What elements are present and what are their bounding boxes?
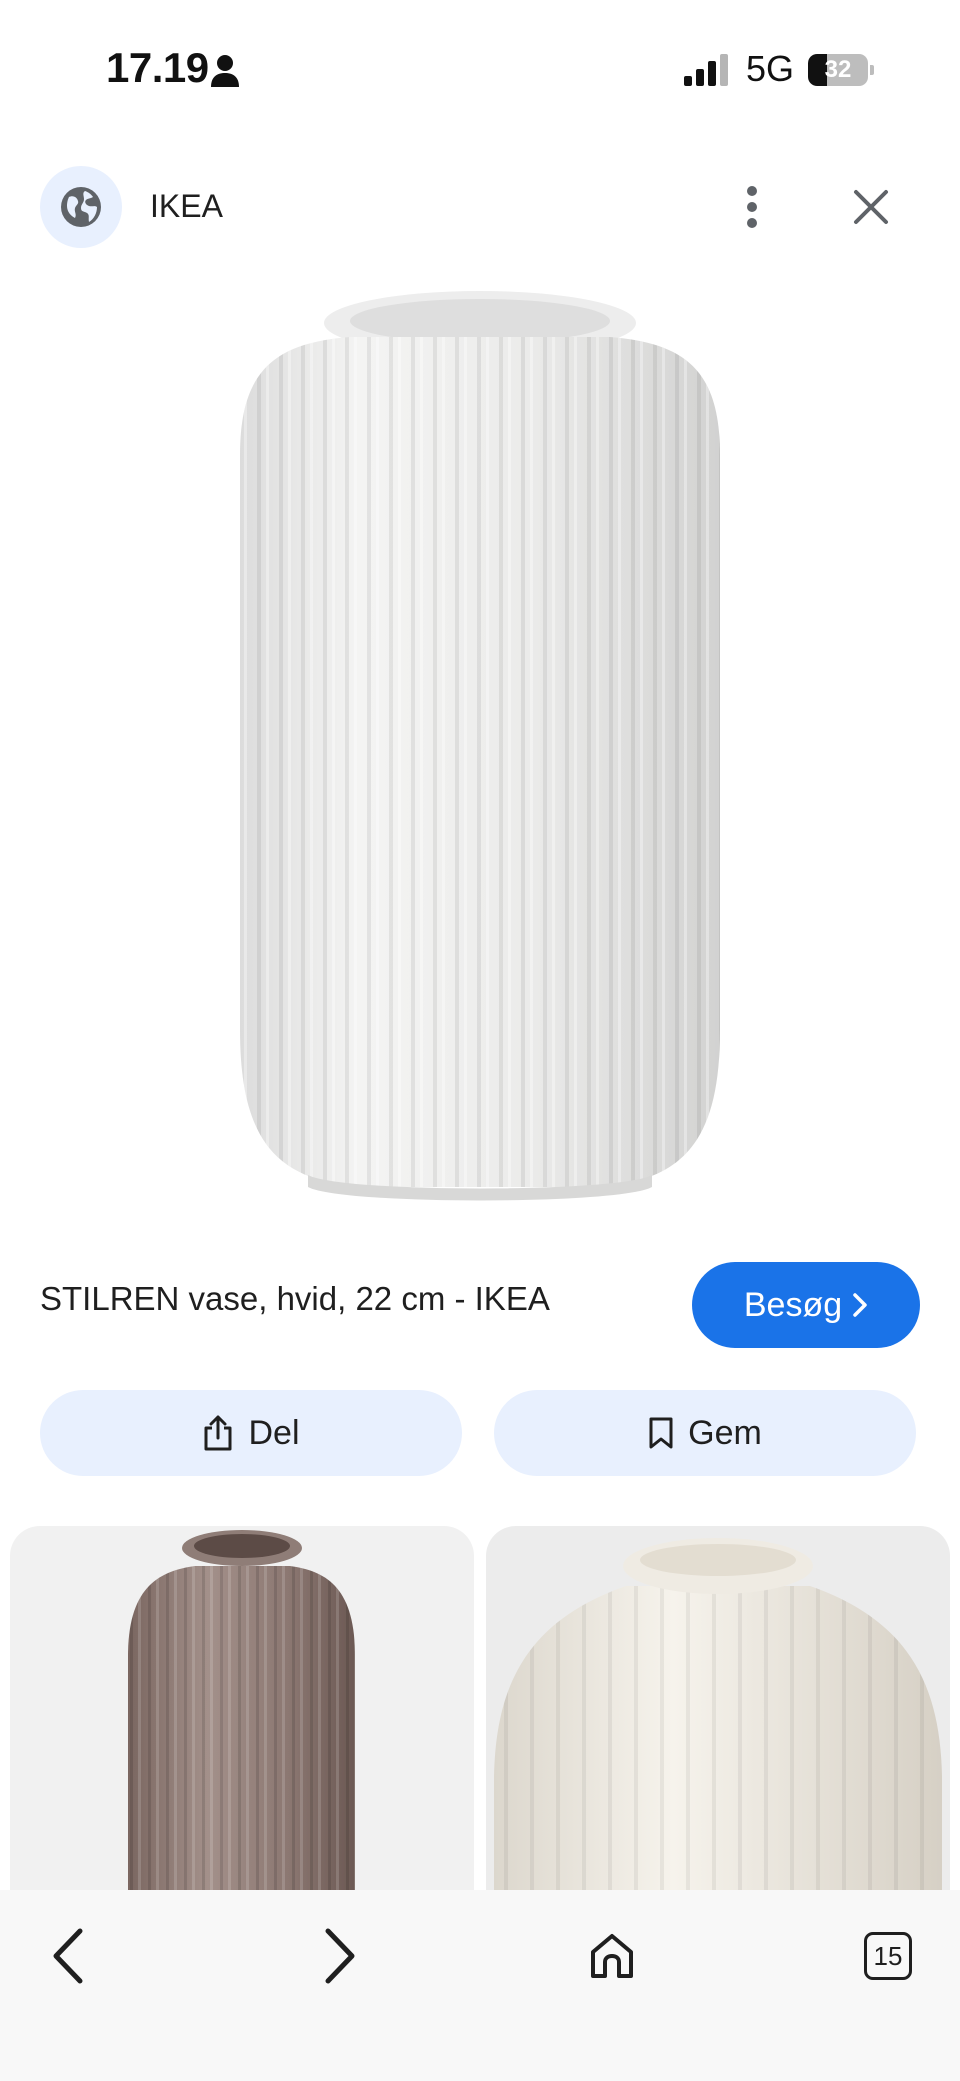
more-options-button[interactable] (730, 180, 774, 234)
network-label: 5G (746, 48, 795, 89)
battery-level: 32 (824, 56, 852, 83)
forward-button[interactable] (300, 1916, 380, 1996)
site-name[interactable]: IKEA (150, 188, 223, 225)
visit-label: Besøg (743, 1285, 843, 1324)
bookmark-icon (649, 1417, 673, 1449)
site-avatar[interactable] (40, 166, 122, 248)
tabs-icon: 15 (864, 1932, 912, 1980)
signal-icon (684, 54, 728, 86)
globe-icon (61, 187, 101, 227)
related-image-brown-vase (128, 1530, 355, 1906)
close-icon (854, 190, 888, 224)
related-image-white-vase (494, 1538, 942, 1906)
share-label: Del (248, 1413, 300, 1452)
battery-icon: 32 (808, 54, 874, 86)
tabs-button[interactable]: 15 (848, 1916, 928, 1996)
related-result-card[interactable] (10, 1526, 474, 1906)
home-icon (591, 1934, 633, 1978)
chevron-right-icon (325, 1928, 355, 1984)
chevron-right-icon (853, 1293, 867, 1317)
home-button[interactable] (572, 1916, 652, 1996)
chevron-left-icon (53, 1928, 83, 1984)
result-title[interactable]: STILREN vase, hvid, 22 cm - IKEA (40, 1280, 550, 1318)
share-button[interactable]: Del (40, 1390, 462, 1476)
more-vertical-icon (747, 186, 757, 228)
tab-count: 15 (873, 1940, 903, 1971)
save-button[interactable]: Gem (494, 1390, 916, 1476)
person-icon (211, 55, 239, 87)
back-button[interactable] (28, 1916, 108, 1996)
visit-button[interactable]: Besøg (692, 1262, 920, 1348)
status-time: 17.19 (106, 44, 209, 91)
related-result-card[interactable] (486, 1526, 950, 1906)
close-button[interactable] (846, 182, 896, 232)
share-icon (204, 1415, 232, 1451)
save-label: Gem (688, 1413, 762, 1452)
bottom-navigation-bar (0, 1890, 960, 2081)
product-image[interactable] (220, 275, 740, 1215)
